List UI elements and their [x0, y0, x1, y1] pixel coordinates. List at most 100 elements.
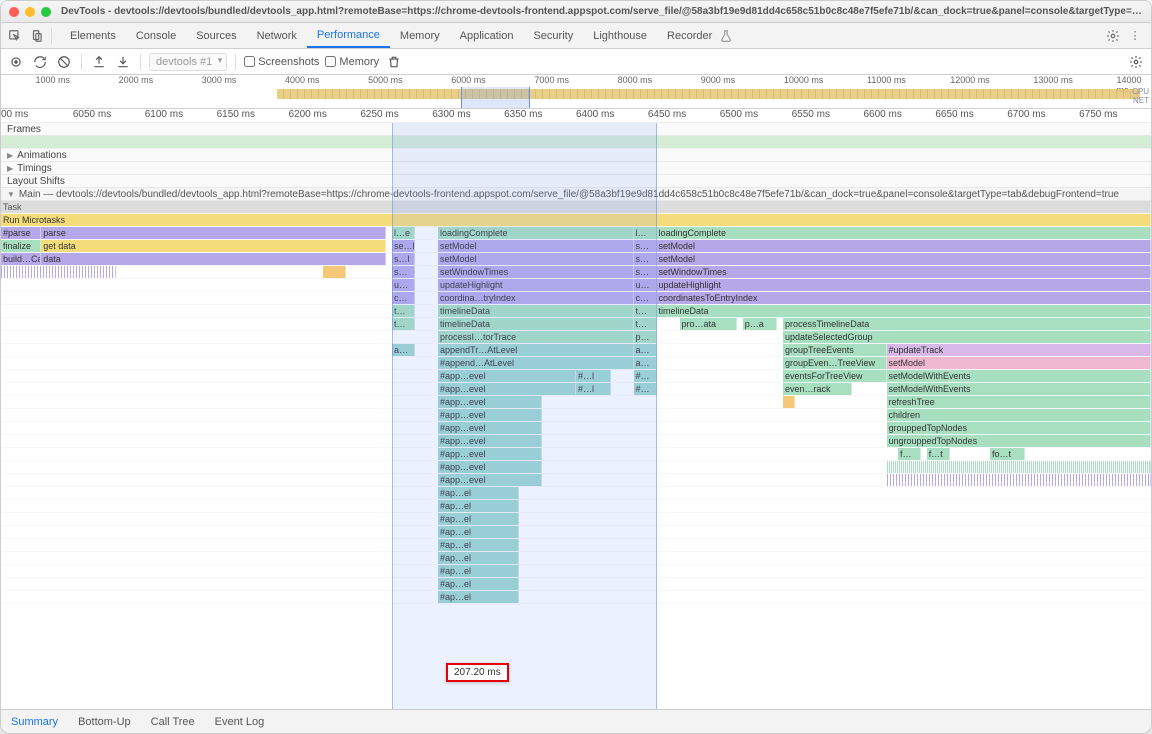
flame-bar[interactable]: data [41, 253, 386, 265]
tab-elements[interactable]: Elements [60, 23, 126, 48]
flame-bar[interactable]: #ap…el [438, 591, 519, 603]
flame-bar[interactable]: #app…evel [438, 383, 576, 395]
flame-bar[interactable]: se…l [392, 240, 415, 252]
trash-icon[interactable] [385, 53, 403, 71]
flame-bar[interactable]: #ap…el [438, 552, 519, 564]
overview-selection[interactable] [461, 87, 530, 108]
flame-bar[interactable]: #app…evel [438, 396, 542, 408]
flame-bar[interactable]: #app…evel [438, 461, 542, 473]
flame-bar[interactable]: u… [634, 279, 657, 291]
flame-bar[interactable]: u… [392, 279, 415, 291]
flame-bar[interactable]: #ap…el [438, 500, 519, 512]
settings-icon[interactable] [1103, 26, 1123, 46]
flame-bar[interactable]: #ap…el [438, 565, 519, 577]
flame-bar[interactable]: p… [634, 331, 657, 343]
flame-bar[interactable]: finalize [1, 240, 41, 252]
flame-bar[interactable]: l… [634, 227, 657, 239]
flame-bar[interactable]: coordina…tryIndex [438, 292, 634, 304]
detail-tab-event-log[interactable]: Event Log [211, 716, 269, 728]
detail-tab-bottom-up[interactable]: Bottom-Up [74, 716, 135, 728]
flame-bar[interactable]: timelineData [438, 318, 634, 330]
flame-bar[interactable]: processTimelineData [783, 318, 1151, 330]
flame-bar[interactable] [1, 266, 116, 278]
flame-bar[interactable]: coordinatesToEntryIndex [657, 292, 1152, 304]
flame-bar[interactable] [887, 461, 1152, 473]
record-button[interactable] [7, 53, 25, 71]
flame-bar[interactable]: updateHighlight [438, 279, 634, 291]
layout-shifts-track-header[interactable]: Layout Shifts [1, 175, 1151, 188]
tab-sources[interactable]: Sources [186, 23, 246, 48]
flame-bar[interactable]: loadingComplete [438, 227, 634, 239]
flame-bar[interactable]: get data [41, 240, 386, 252]
tab-application[interactable]: Application [450, 23, 524, 48]
flame-bar[interactable]: s… [634, 240, 657, 252]
flame-bar[interactable]: #parse [1, 227, 41, 239]
flame-bar[interactable]: loadingComplete [657, 227, 1152, 239]
detail-tab-call-tree[interactable]: Call Tree [147, 716, 199, 728]
close-window-button[interactable] [9, 7, 19, 17]
flame-bar[interactable]: #updateTrack [887, 344, 1152, 356]
panel-settings-icon[interactable] [1127, 53, 1145, 71]
flame-bar[interactable]: #ap…el [438, 539, 519, 551]
flame-bar[interactable]: l…e [392, 227, 415, 239]
main-track-header[interactable]: ▼Main — devtools://devtools/bundled/devt… [1, 188, 1151, 201]
flame-bar[interactable]: timelineData [657, 305, 1152, 317]
flame-bar[interactable]: c… [392, 292, 415, 304]
flame-bar[interactable]: Task [1, 201, 1151, 213]
tab-security[interactable]: Security [523, 23, 583, 48]
flame-bar[interactable]: children [887, 409, 1152, 421]
flame-bar[interactable]: a… [634, 344, 657, 356]
flame-bar[interactable]: s… [634, 266, 657, 278]
flame-bar[interactable]: #app…evel [438, 474, 542, 486]
flame-bar[interactable] [783, 396, 795, 408]
flame-bar[interactable]: t… [634, 305, 657, 317]
flame-bar[interactable]: #app…evel [438, 435, 542, 447]
flame-bar[interactable]: build…Calls [1, 253, 41, 265]
flame-bar[interactable]: processI…torTrace [438, 331, 634, 343]
profile-select[interactable]: devtools #1 [149, 53, 227, 71]
flame-bar[interactable]: updateSelectedGroup [783, 331, 1151, 343]
flame-bar[interactable]: setModel [438, 240, 634, 252]
flame-bar[interactable]: fo…t [990, 448, 1025, 460]
flame-bar[interactable]: a… [634, 357, 657, 369]
flame-bar[interactable]: setModel [657, 253, 1152, 265]
flame-bar[interactable]: t… [392, 318, 415, 330]
flame-bar[interactable] [887, 474, 1152, 486]
flame-bar[interactable]: pro…ata [680, 318, 738, 330]
tab-lighthouse[interactable]: Lighthouse [583, 23, 657, 48]
tab-network[interactable]: Network [247, 23, 307, 48]
minimize-window-button[interactable] [25, 7, 35, 17]
flame-bar[interactable]: #append…AtLevel [438, 357, 634, 369]
flame-bar[interactable]: t… [634, 318, 657, 330]
inspect-icon[interactable] [5, 26, 25, 46]
flame-bar[interactable]: setModel [438, 253, 634, 265]
upload-icon[interactable] [90, 53, 108, 71]
flame-chart[interactable]: 5524.8 ms Frames ▶Animations ▶Timings La… [1, 123, 1151, 709]
timings-track-header[interactable]: ▶Timings [1, 162, 1151, 175]
memory-checkbox[interactable]: Memory [325, 56, 379, 68]
flame-bar[interactable]: #app…evel [438, 370, 576, 382]
flame-bar[interactable]: eventsForTreeView [783, 370, 887, 382]
flame-bar[interactable]: #… [634, 383, 657, 395]
flame-bar[interactable]: timelineData [438, 305, 634, 317]
flame-bar[interactable]: #app…evel [438, 448, 542, 460]
flame-bar[interactable]: setModel [887, 357, 1152, 369]
frames-track-header[interactable]: Frames [1, 123, 1151, 136]
tab-memory[interactable]: Memory [390, 23, 450, 48]
flame-bar[interactable]: setModelWithEvents [887, 383, 1152, 395]
flame-bar[interactable]: a… [392, 344, 415, 356]
flame-bar[interactable]: #ap…el [438, 526, 519, 538]
flame-bar[interactable]: parse [41, 227, 386, 239]
flame-bar[interactable]: s…l [392, 253, 415, 265]
animations-track-header[interactable]: ▶Animations [1, 149, 1151, 162]
flame-bar[interactable]: Run Microtasks [1, 214, 1151, 226]
flame-bar[interactable]: p…a [743, 318, 778, 330]
download-icon[interactable] [114, 53, 132, 71]
zoom-window-button[interactable] [41, 7, 51, 17]
detail-tab-summary[interactable]: Summary [7, 716, 62, 728]
timeline-ruler[interactable]: 00 ms6050 ms6100 ms6150 ms6200 ms6250 ms… [1, 109, 1151, 123]
flame-bar[interactable]: appendTr…AtLevel [438, 344, 634, 356]
flame-bar[interactable]: #…l [576, 383, 611, 395]
flame-bar[interactable]: even…rack [783, 383, 852, 395]
flame-bar[interactable]: setWindowTimes [657, 266, 1152, 278]
